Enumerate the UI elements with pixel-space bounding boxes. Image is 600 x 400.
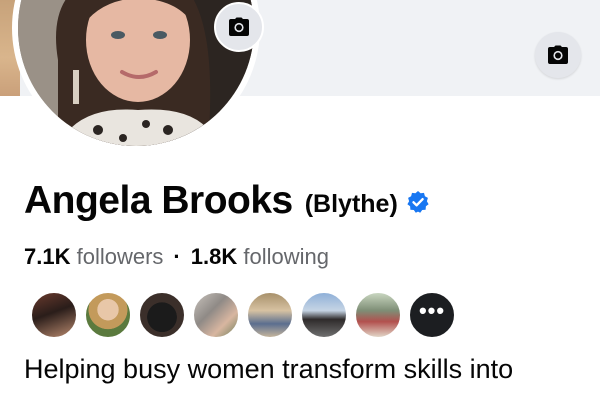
- friend-avatar[interactable]: [354, 291, 402, 339]
- friend-avatar[interactable]: [84, 291, 132, 339]
- friend-avatar[interactable]: [138, 291, 186, 339]
- verified-badge-icon: [407, 191, 429, 213]
- friend-avatar[interactable]: [246, 291, 294, 339]
- followers-count: 7.1K: [24, 244, 71, 269]
- edit-profile-picture-button[interactable]: [214, 2, 264, 52]
- more-friends-button[interactable]: •••: [408, 291, 456, 339]
- edit-cover-photo-button[interactable]: [535, 32, 581, 78]
- friend-avatar[interactable]: [300, 291, 348, 339]
- camera-icon: [229, 17, 249, 36]
- profile-name: Angela Brooks: [24, 179, 293, 222]
- friend-avatar[interactable]: [30, 291, 78, 339]
- followers-link[interactable]: 7.1K followers: [24, 244, 163, 269]
- more-dots-icon: •••: [418, 298, 446, 323]
- mutual-friends-avatars: •••: [30, 291, 462, 339]
- profile-bio: Helping busy women transform skills into: [24, 354, 514, 384]
- alternate-name: (Blythe): [304, 189, 398, 218]
- friend-avatar[interactable]: [192, 291, 240, 339]
- following-label: following: [243, 244, 329, 269]
- stats-separator: ·: [173, 244, 181, 269]
- follow-stats: 7.1K followers · 1.8K following: [24, 244, 329, 270]
- camera-icon: [548, 45, 568, 64]
- profile-name-row: Angela Brooks (Blythe): [24, 176, 430, 226]
- following-count: 1.8K: [190, 244, 238, 269]
- followers-label: followers: [76, 244, 164, 269]
- profile-picture-frame: [12, 0, 264, 152]
- following-link[interactable]: 1.8K following: [191, 244, 329, 269]
